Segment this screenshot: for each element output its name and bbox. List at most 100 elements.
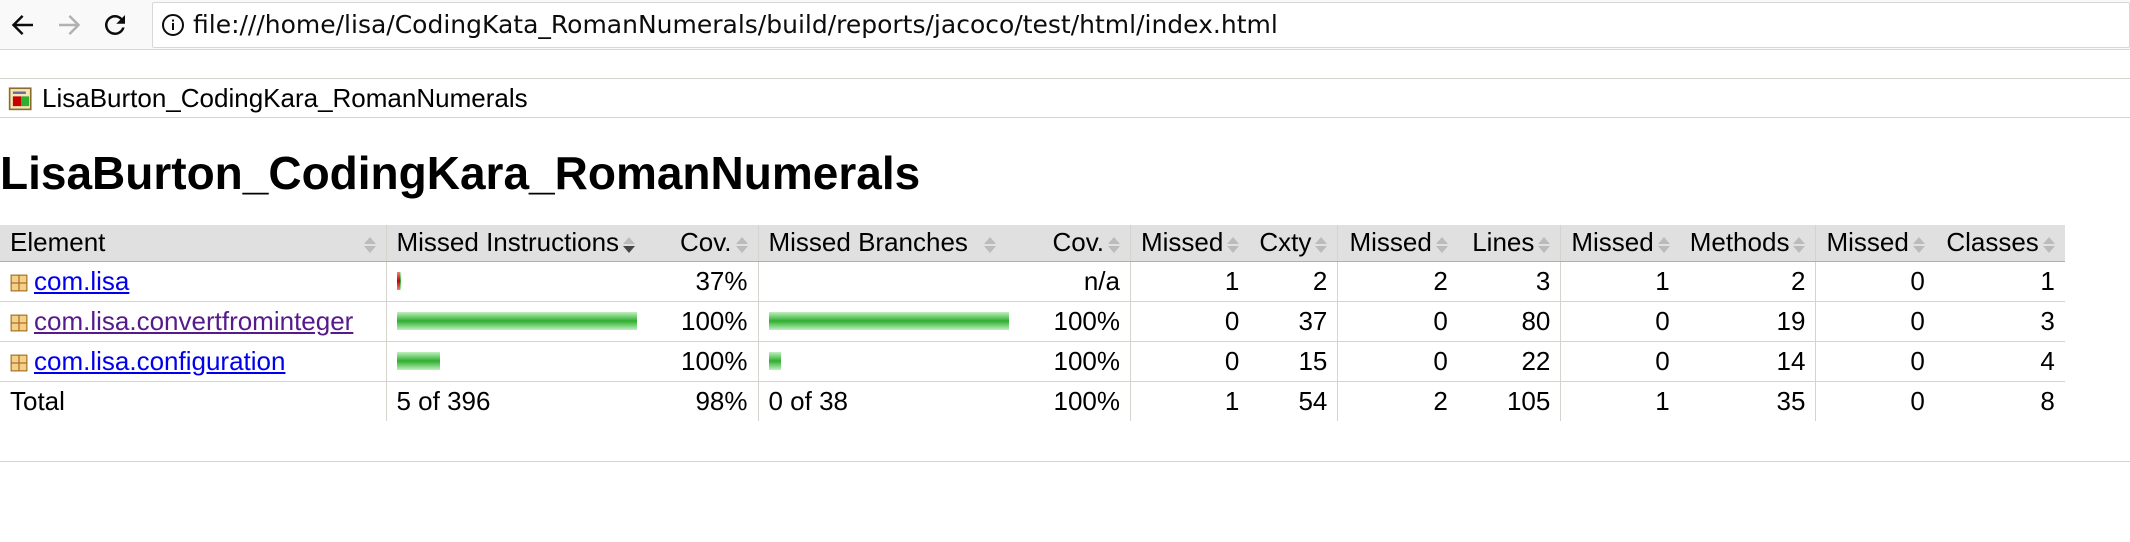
missed-classes: 0	[1815, 261, 1935, 302]
branches-coverage-bar	[768, 311, 1009, 331]
breadcrumb-label: LisaBurton_CodingKara_RomanNumerals	[42, 82, 528, 113]
package-icon	[10, 314, 28, 332]
total-row: Total 5 of 396 98% 0 of 38 100% 1 54 2 1…	[0, 380, 2065, 422]
methods: 19	[1679, 301, 1817, 342]
header-lines[interactable]: Lines	[1457, 225, 1562, 262]
covered-bar	[396, 352, 440, 371]
header-methods[interactable]: Methods	[1679, 225, 1817, 262]
package-link[interactable]: com.lisa.configuration	[34, 346, 285, 376]
browser-toolbar: file:///home/lisa/CodingKata_RomanNumera…	[0, 0, 2130, 50]
info-icon[interactable]	[153, 2, 193, 48]
lines: 3	[1457, 261, 1562, 302]
arrow-right-icon	[59, 14, 81, 35]
report-icon	[8, 87, 32, 111]
instructions-coverage-bar	[396, 351, 639, 371]
url-bar[interactable]: file:///home/lisa/CodingKata_RomanNumera…	[152, 1, 2130, 48]
sort-icon	[1227, 236, 1240, 253]
classes: 3	[1934, 301, 2065, 342]
sort-icon	[1315, 236, 1328, 253]
sort-icon	[363, 237, 376, 254]
lines: 22	[1457, 341, 1562, 382]
covered-bar	[396, 312, 637, 331]
total-missed-lines: 2	[1337, 380, 1458, 422]
total-branches: 0 of 38	[758, 380, 1019, 422]
total-lines: 105	[1457, 380, 1562, 422]
table-row: com.lisa.convertfrominteger 100% 100% 0 37 0 8…	[0, 301, 2065, 342]
header-cov-instructions[interactable]: Cov.	[648, 225, 759, 262]
total-instr-cov: 98%	[648, 380, 759, 422]
forward-button[interactable]	[46, 2, 92, 48]
reload-icon	[104, 14, 125, 35]
header-missed-classes[interactable]: Missed	[1815, 225, 1935, 262]
classes: 4	[1934, 341, 2065, 382]
header-missed-methods[interactable]: Missed	[1560, 225, 1680, 262]
instr-cov: 37%	[648, 261, 759, 302]
covered-bar	[399, 272, 402, 291]
breadcrumb: LisaBurton_CodingKara_RomanNumerals	[0, 78, 2130, 118]
missed-methods: 1	[1560, 261, 1680, 302]
instructions-coverage-bar	[396, 311, 639, 331]
header-element[interactable]: Element	[0, 225, 387, 262]
methods: 2	[1679, 261, 1817, 302]
total-classes: 8	[1934, 380, 2065, 422]
sort-icon	[1912, 236, 1925, 253]
package-link[interactable]: com.lisa.convertfrominteger	[34, 306, 353, 336]
package-icon	[10, 354, 28, 372]
missed-lines: 0	[1337, 301, 1458, 342]
header-cxty[interactable]: Cxty	[1249, 225, 1339, 262]
reload-button[interactable]	[92, 2, 138, 48]
cxty: 15	[1249, 341, 1339, 382]
instructions-coverage-bar	[396, 271, 639, 291]
missed-lines: 2	[1337, 261, 1458, 302]
package-icon	[10, 274, 28, 292]
header-missed-lines[interactable]: Missed	[1337, 225, 1458, 262]
branch-cov: n/a	[1018, 261, 1131, 302]
branches-coverage-bar	[769, 271, 1009, 291]
missed-methods: 0	[1560, 301, 1680, 342]
sort-icon	[735, 236, 748, 253]
covered-bar	[768, 312, 1009, 331]
total-missed-cxty: 1	[1130, 380, 1250, 422]
header-missed-branches[interactable]: Missed Branches	[758, 225, 1019, 262]
branch-cov: 100%	[1018, 341, 1131, 382]
missed-lines: 0	[1337, 341, 1458, 382]
header-missed-instructions[interactable]: Missed Instructions	[386, 225, 648, 262]
cxty: 2	[1249, 261, 1339, 302]
sort-icon	[1108, 236, 1120, 253]
table-body: com.lisa 37% n/a 1 2 2 3 1 2 0 1 com.lisa.convertfr…	[0, 261, 2065, 382]
instr-cov: 100%	[648, 301, 759, 342]
cxty: 37	[1249, 301, 1339, 342]
sort-icon	[1793, 236, 1806, 253]
branches-coverage-bar	[768, 351, 1009, 371]
missed-cxty: 1	[1130, 261, 1250, 302]
sort-icon	[1538, 236, 1551, 253]
missed-methods: 0	[1560, 341, 1680, 382]
classes: 1	[1934, 261, 2065, 302]
total-cxty: 54	[1249, 380, 1339, 422]
header-classes[interactable]: Classes	[1934, 225, 2065, 262]
sort-icon	[983, 236, 996, 253]
total-missed-classes: 0	[1815, 380, 1935, 422]
header-cov-branches[interactable]: Cov.	[1018, 225, 1131, 262]
sort-desc-icon	[623, 236, 636, 253]
covered-bar	[768, 352, 781, 371]
sort-icon	[2042, 236, 2055, 253]
back-button[interactable]	[0, 2, 46, 48]
page-title: LisaBurton_CodingKara_RomanNumerals	[0, 147, 921, 199]
instr-cov: 100%	[648, 341, 759, 382]
table-header-row: Element Missed Instructions Cov. Missed …	[0, 225, 2065, 262]
package-link[interactable]: com.lisa	[34, 266, 129, 296]
total-methods: 35	[1679, 380, 1817, 422]
header-missed-cxty[interactable]: Missed	[1130, 225, 1250, 262]
missed-classes: 0	[1815, 341, 1935, 382]
branch-cov: 100%	[1018, 301, 1131, 342]
lines: 80	[1457, 301, 1562, 342]
missed-cxty: 0	[1130, 341, 1250, 382]
missed-cxty: 0	[1130, 301, 1250, 342]
url-text[interactable]: file:///home/lisa/CodingKata_RomanNumera…	[193, 10, 1278, 39]
methods: 14	[1679, 341, 1817, 382]
total-instructions: 5 of 396	[386, 380, 648, 422]
footer-divider	[0, 461, 2130, 463]
coverage-table: Element Missed Instructions Cov. Missed …	[0, 225, 2065, 422]
table-row: com.lisa.configuration 100% 100% 0 15 0 22 0 14 0…	[0, 341, 2065, 382]
